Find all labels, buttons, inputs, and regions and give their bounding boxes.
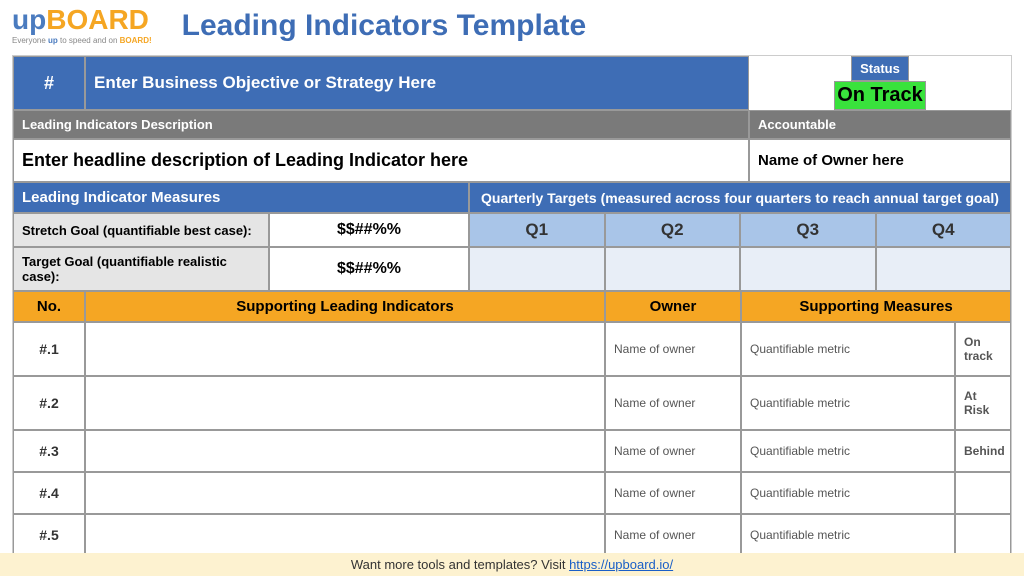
row-owner[interactable]: Name of owner [605, 472, 741, 514]
table-row: #.1 Name of ownerQuantifiable metricOn tr… [13, 322, 1011, 376]
desc-headline[interactable]: Enter headline description of Leading In… [13, 139, 749, 182]
row-owner[interactable]: Name of owner [605, 376, 741, 430]
row-sli[interactable] [85, 514, 605, 556]
q1-header: Q1 [469, 213, 605, 247]
row-owner[interactable]: Name of owner [605, 430, 741, 472]
stretch-goal-label: Stretch Goal (quantifiable best case): [13, 213, 269, 247]
col-supporting-measures: Supporting Measures [741, 291, 1011, 322]
header-objective[interactable]: Enter Business Objective or Strategy Her… [85, 56, 749, 110]
row-no: #.1 [13, 322, 85, 376]
row-metric[interactable]: Quantifiable metric [741, 322, 955, 376]
q3-target[interactable] [740, 247, 876, 291]
page-title: Leading Indicators Template [182, 9, 587, 43]
stretch-goal-value[interactable]: $$##%% [269, 213, 469, 247]
row-status-badge: Behind [955, 430, 1011, 472]
row-metric[interactable]: Quantifiable metric [741, 376, 955, 430]
row-no: #.4 [13, 472, 85, 514]
row-sli[interactable] [85, 430, 605, 472]
table-row: #.3 Name of ownerQuantifiable metricBehin… [13, 430, 1011, 472]
footer-link[interactable]: https://upboard.io/ [569, 557, 673, 572]
target-goal-label: Target Goal (quantifiable realistic case… [13, 247, 269, 291]
table-row: #.2 Name of ownerQuantifiable metricAt Ri… [13, 376, 1011, 430]
target-goal-value[interactable]: $$##%% [269, 247, 469, 291]
row-owner[interactable]: Name of owner [605, 322, 741, 376]
footer-text: Want more tools and templates? Visit [351, 557, 569, 572]
q4-header: Q4 [876, 213, 1012, 247]
page-header: upBOARD Everyone up to speed and on BOAR… [0, 0, 1024, 55]
row-sli[interactable] [85, 322, 605, 376]
row-status-badge: At Risk [955, 376, 1011, 430]
q1-target[interactable] [469, 247, 605, 291]
row-metric[interactable]: Quantifiable metric [741, 514, 955, 556]
logo-tagline: Everyone up to speed and on BOARD! [12, 36, 152, 45]
accountable-owner[interactable]: Name of Owner here [749, 139, 1011, 182]
row-status-badge [955, 472, 1011, 514]
q2-header: Q2 [605, 213, 741, 247]
footer: Want more tools and templates? Visit htt… [0, 553, 1024, 576]
status-block: Status On Track [749, 56, 1011, 110]
accountable-label: Accountable [749, 110, 1011, 139]
quarterly-targets-label: Quarterly Targets (measured across four … [469, 182, 1011, 213]
row-no: #.2 [13, 376, 85, 430]
table-row: #.4 Name of ownerQuantifiable metric [13, 472, 1011, 514]
row-metric[interactable]: Quantifiable metric [741, 472, 955, 514]
q2-target[interactable] [605, 247, 741, 291]
table-row: #.5 Name of ownerQuantifiable metric [13, 514, 1011, 556]
col-owner: Owner [605, 291, 741, 322]
header-number: # [13, 56, 85, 110]
row-status-badge: On track [955, 322, 1011, 376]
desc-label: Leading Indicators Description [13, 110, 749, 139]
col-sli: Supporting Leading Indicators [85, 291, 605, 322]
col-no: No. [13, 291, 85, 322]
logo-main: upBOARD [12, 6, 152, 34]
logo: upBOARD Everyone up to speed and on BOAR… [12, 6, 152, 45]
row-sli[interactable] [85, 376, 605, 430]
status-label: Status [851, 56, 909, 81]
measures-label: Leading Indicator Measures [13, 182, 469, 213]
row-status-badge [955, 514, 1011, 556]
row-no: #.3 [13, 430, 85, 472]
row-sli[interactable] [85, 472, 605, 514]
q3-header: Q3 [740, 213, 876, 247]
template-grid: # Enter Business Objective or Strategy H… [12, 55, 1012, 557]
row-owner[interactable]: Name of owner [605, 514, 741, 556]
row-metric[interactable]: Quantifiable metric [741, 430, 955, 472]
status-value: On Track [834, 81, 926, 110]
q4-target[interactable] [876, 247, 1012, 291]
row-no: #.5 [13, 514, 85, 556]
